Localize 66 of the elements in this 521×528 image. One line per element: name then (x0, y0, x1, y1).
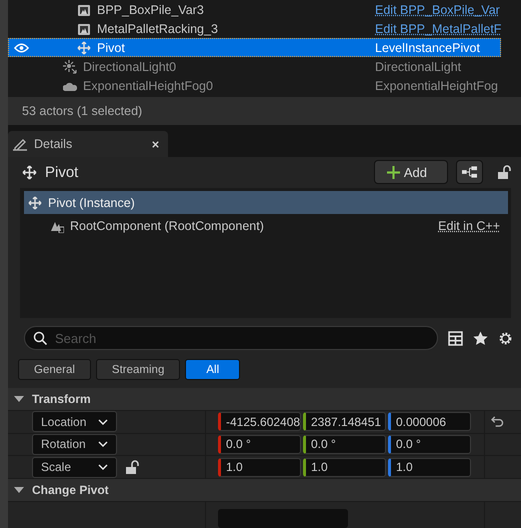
cube-icon (77, 2, 91, 16)
outliner-row[interactable]: BPP_BoxPile_Var3 Edit BPP_BoxPile_Var (8, 0, 501, 19)
number-field[interactable]: 1.0 (218, 458, 301, 477)
tab-title: Details (34, 137, 74, 151)
actor-type: LevelInstancePivot (375, 40, 481, 54)
reset-arrow-icon[interactable] (491, 416, 504, 428)
plus-icon (386, 166, 400, 178)
move-icon (28, 196, 42, 210)
component-name: RootComponent (RootComponent) (70, 218, 264, 232)
settings-icon[interactable] (498, 330, 513, 346)
section-header[interactable]: Transform (8, 388, 521, 411)
outliner-row[interactable]: ExponentialHeightFog0 ExponentialHeightFog (8, 76, 501, 95)
filter-tab[interactable]: Streaming (96, 359, 180, 380)
outliner-row[interactable]: MetalPalletRacking_3 Edit BPP_MetalPalletF (8, 19, 501, 38)
filter-tab[interactable]: General (18, 359, 91, 380)
search-icon (33, 331, 47, 345)
actor-count: 53 actors (1 selected) (22, 104, 142, 118)
number-field[interactable]: 0.0 ° (303, 434, 386, 454)
table-icon[interactable] (448, 330, 463, 346)
move-icon (22, 164, 37, 180)
number-field[interactable]: 0.0 ° (388, 434, 471, 454)
unlocked-lock-icon[interactable] (497, 165, 511, 179)
move-icon (77, 40, 91, 54)
actor-type: ExponentialHeightFog (375, 78, 499, 92)
number-field[interactable]: -4125.602408 (218, 412, 301, 432)
hierarchy-button[interactable] (456, 160, 483, 184)
hierarchy-icon (462, 166, 477, 178)
property-dropdown[interactable]: Rotation (32, 434, 117, 455)
sun-icon (63, 60, 77, 74)
number-field[interactable]: 1.0 (303, 458, 386, 477)
number-field[interactable]: 2387.148451 (303, 412, 386, 432)
section-header[interactable]: Change Pivot (8, 479, 521, 502)
actor-name: DirectionalLight0 (83, 60, 176, 74)
component-name: Pivot (Instance) (48, 196, 135, 210)
actor-name: Pivot (97, 40, 125, 54)
actor-name: ExponentialHeightFog0 (83, 78, 213, 92)
number-field[interactable]: 0.0 ° (218, 434, 301, 454)
property-dropdown[interactable]: Location (32, 411, 117, 432)
actor-title: Pivot (45, 164, 80, 180)
add-button[interactable]: Add (374, 160, 448, 184)
search-input[interactable]: Search (55, 330, 429, 346)
chevron-icon (98, 418, 108, 425)
actor-name: BPP_BoxPile_Var3 (97, 2, 204, 16)
edit-link[interactable]: Edit BPP_MetalPalletF (375, 22, 500, 36)
actor-name: MetalPalletRacking_3 (97, 22, 218, 36)
number-field[interactable]: 1.0 (388, 458, 471, 477)
component-row[interactable]: Pivot (Instance) (24, 191, 508, 214)
star-icon[interactable] (473, 330, 488, 346)
unlocked-lock-icon[interactable] (125, 460, 139, 474)
search-field[interactable]: Search (24, 326, 438, 350)
outliner-row[interactable]: Pivot LevelInstancePivot (8, 38, 501, 57)
actor-type: DirectionalLight (375, 60, 462, 74)
edit-link[interactable]: Edit BPP_BoxPile_Var (375, 2, 500, 16)
close-icon[interactable] (151, 140, 160, 148)
component-row[interactable]: RootComponent (RootComponent) Edit in C++ (24, 214, 508, 237)
property-dropdown[interactable]: Scale (32, 456, 117, 478)
cube-icon (77, 22, 91, 36)
number-field[interactable]: 0.000006 (388, 412, 471, 432)
pencil-icon (12, 137, 28, 151)
outliner-row[interactable]: DirectionalLight0 DirectionalLight (8, 57, 501, 76)
chevron-icon (98, 441, 108, 448)
eye-icon[interactable] (14, 42, 28, 52)
edit-link[interactable]: Edit in C++ (438, 218, 500, 232)
details-tab[interactable]: Details (8, 131, 168, 157)
filter-tab[interactable]: All (185, 359, 240, 380)
chevron-icon (98, 464, 108, 470)
